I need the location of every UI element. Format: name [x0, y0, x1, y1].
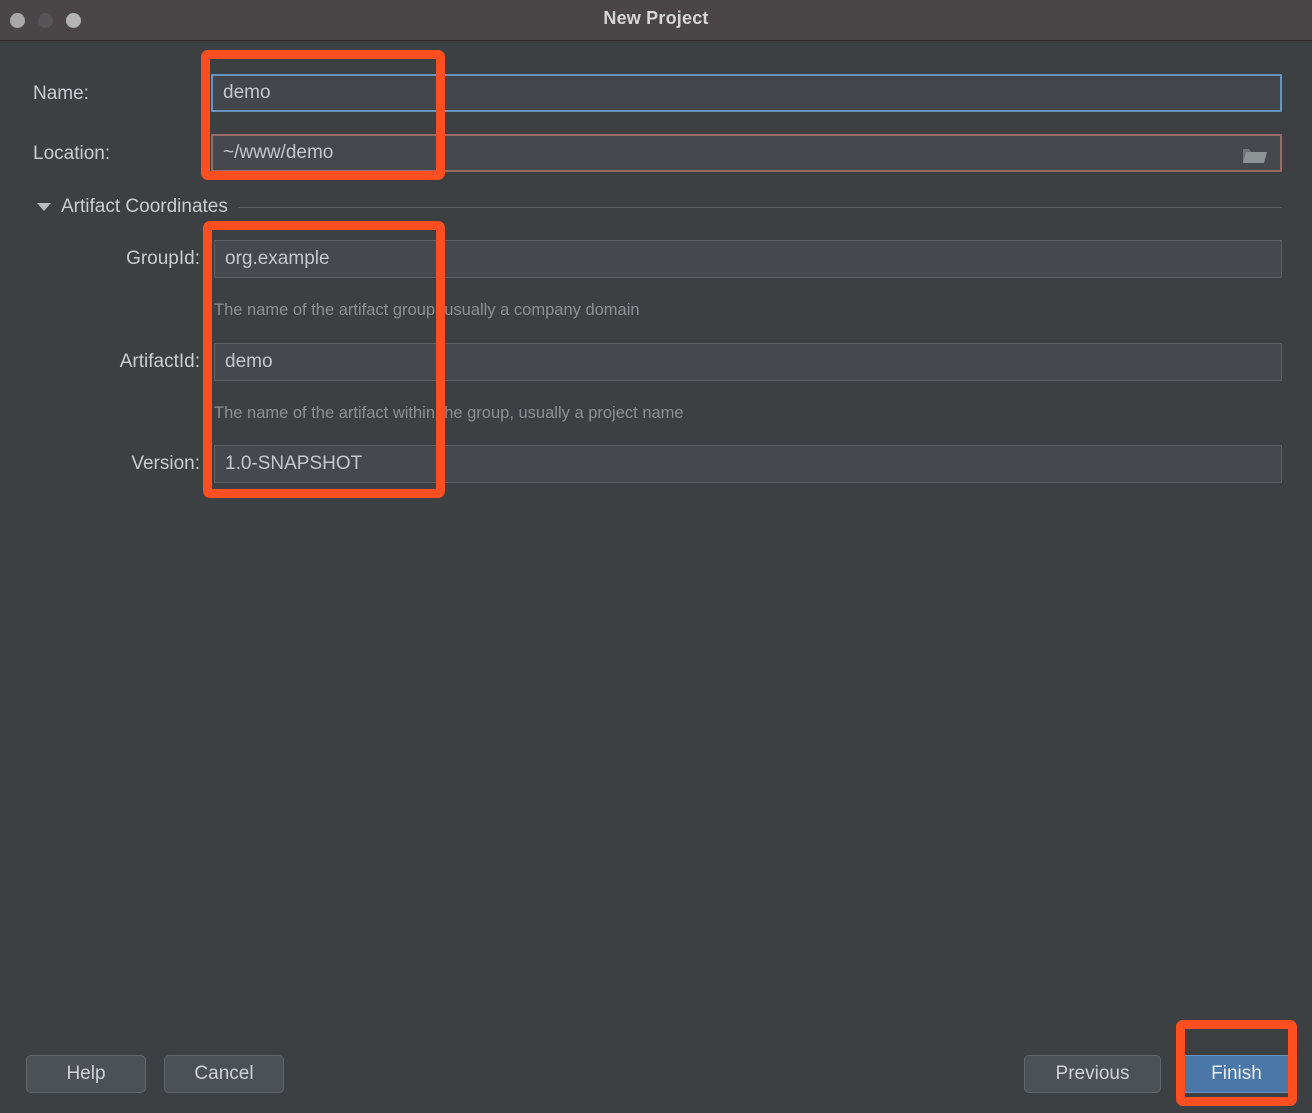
name-input-value: demo [223, 82, 271, 103]
artifactid-input[interactable]: demo [214, 343, 1282, 381]
artifactid-label: ArtifactId: [119, 351, 200, 372]
folder-icon[interactable] [1242, 145, 1268, 165]
location-label: Location: [33, 143, 111, 164]
location-input-value: ~/www/demo [223, 142, 334, 163]
version-input[interactable]: 1.0-SNAPSHOT [214, 445, 1282, 483]
groupid-input-value: org.example [225, 248, 330, 269]
location-input[interactable]: ~/www/demo [211, 134, 1282, 172]
version-input-value: 1.0-SNAPSHOT [225, 453, 363, 474]
groupid-input[interactable]: org.example [214, 240, 1282, 278]
name-label: Name: [33, 83, 89, 104]
help-button[interactable]: Help [26, 1055, 146, 1093]
window-titlebar: New Project [0, 0, 1312, 41]
artifactid-input-value: demo [225, 351, 273, 372]
artifact-coordinates-title: Artifact Coordinates [61, 196, 228, 217]
groupid-label: GroupId: [126, 248, 200, 269]
window-title: New Project [603, 8, 709, 28]
section-divider [237, 206, 1282, 208]
groupid-help-text: The name of the artifact group, usually … [214, 301, 640, 319]
artifactid-help-text: The name of the artifact within the grou… [214, 404, 684, 422]
name-input[interactable]: demo [211, 74, 1282, 112]
dialog-body: Name: demo Location: ~/www/demo Artifact… [0, 41, 1312, 1113]
version-label: Version: [131, 453, 200, 474]
new-project-dialog: New Project Name: demo Location: ~/www/d… [0, 0, 1312, 1113]
triangle-down-icon[interactable] [37, 203, 51, 211]
artifact-coordinates-section-header[interactable]: Artifact Coordinates [37, 196, 1282, 218]
finish-button[interactable]: Finish [1180, 1055, 1293, 1093]
cancel-button[interactable]: Cancel [164, 1055, 284, 1093]
previous-button[interactable]: Previous [1024, 1055, 1161, 1093]
